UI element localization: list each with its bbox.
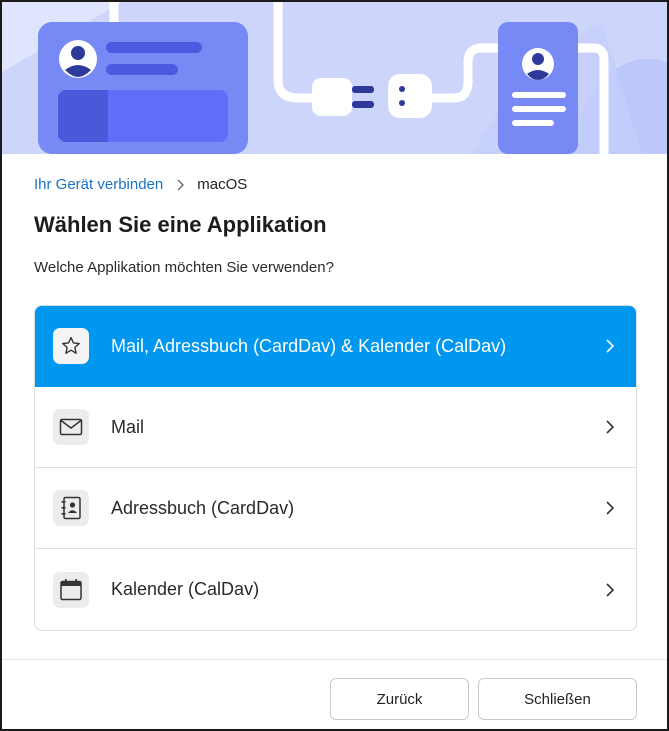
- chevron-right-icon: [604, 338, 616, 354]
- option-label: Kalender (CalDav): [111, 579, 260, 599]
- option-label: Mail, Adressbuch (CardDav) & Kalender (C…: [111, 335, 507, 356]
- option-label: Mail: [111, 416, 145, 437]
- calendar-icon: [53, 571, 89, 608]
- close-button[interactable]: Schließen: [478, 678, 637, 720]
- breadcrumb-link-connect-device[interactable]: Ihr Gerät verbinden: [34, 176, 163, 193]
- star-icon: [53, 328, 89, 364]
- chevron-right-icon: [173, 178, 187, 192]
- option-contacts[interactable]: Adressbuch (CardDav): [35, 468, 636, 549]
- header-illustration: [2, 2, 667, 154]
- chevron-right-icon: [604, 500, 616, 516]
- breadcrumb-current: macOS: [197, 176, 248, 193]
- envelope-icon: [53, 409, 89, 445]
- breadcrumb: Ihr Gerät verbinden macOS: [34, 176, 247, 193]
- footer-divider: [2, 659, 667, 660]
- application-list: Mail, Adressbuch (CardDav) & Kalender (C…: [34, 305, 637, 631]
- back-button[interactable]: Zurück: [330, 678, 469, 720]
- chevron-right-icon: [604, 582, 616, 598]
- option-mail-contacts-calendar[interactable]: Mail, Adressbuch (CardDav) & Kalender (C…: [35, 306, 636, 387]
- page-subtitle: Welche Applikation möchten Sie verwenden…: [34, 259, 334, 276]
- chevron-right-icon: [604, 419, 616, 435]
- contacts-book-icon: [53, 490, 89, 526]
- option-label: Adressbuch (CardDav): [111, 497, 295, 518]
- connect-device-dialog: Ihr Gerät verbinden macOS Wählen Sie ein…: [0, 0, 669, 731]
- option-calendar[interactable]: Kalender (CalDav): [35, 549, 636, 630]
- page-title: Wählen Sie eine Applikation: [34, 212, 327, 237]
- option-mail[interactable]: Mail: [35, 387, 636, 468]
